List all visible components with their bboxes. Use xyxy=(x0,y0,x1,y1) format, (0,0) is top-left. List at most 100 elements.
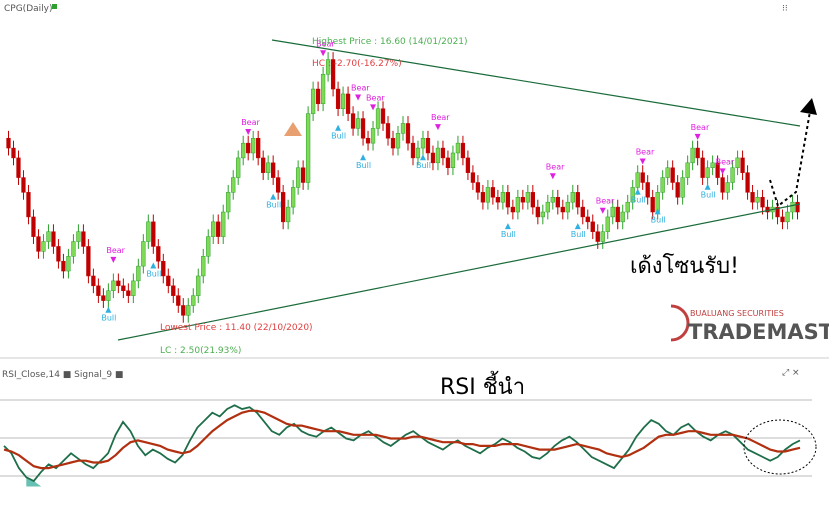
candle-body xyxy=(730,167,735,183)
candle-body xyxy=(535,206,540,218)
candle-body xyxy=(780,216,785,223)
bull-arrow-icon xyxy=(504,223,511,230)
candle-body xyxy=(271,162,276,178)
bull-signal-label: Bull xyxy=(701,191,716,200)
candle-body xyxy=(685,162,690,178)
candle-body xyxy=(51,231,56,247)
bear-signal-label: Bear xyxy=(716,157,735,166)
candle-body xyxy=(61,260,66,272)
bull-arrow-icon xyxy=(419,154,426,161)
candle-body xyxy=(555,197,560,208)
panel-resize-icon[interactable]: ⁝⁝ xyxy=(782,4,788,14)
candle-body xyxy=(181,305,186,316)
candle-body xyxy=(565,201,570,213)
candle-body xyxy=(525,192,530,203)
candle-body xyxy=(310,88,316,114)
candle-body xyxy=(231,177,236,193)
rsi-indicator-label: RSI_Close,14 ■ Signal_9 ■ xyxy=(2,370,123,380)
candle-body xyxy=(216,221,221,237)
candle-body xyxy=(41,241,46,252)
candle-body xyxy=(370,128,376,144)
price-panel: CPG(Daily) ⁝⁝ BearBearBearBearBearBearBe… xyxy=(4,4,829,356)
price-indicator-swatch xyxy=(52,4,57,9)
candle-body xyxy=(261,157,266,173)
candle-body xyxy=(295,167,301,188)
candle-body xyxy=(221,211,226,237)
candle-body xyxy=(615,206,620,223)
candle-body xyxy=(475,182,481,193)
candle-body xyxy=(605,216,610,232)
chart-window: CPG(Daily) ⁝⁝ Bear Bear Bear Bear Bear Bear Be… xyxy=(0,0,829,509)
candle-body xyxy=(430,152,436,164)
candle-body xyxy=(500,192,506,203)
bear-arrow-icon xyxy=(694,133,701,140)
bull-signal-label: Bull xyxy=(651,215,666,224)
candle-body xyxy=(116,280,121,287)
candle-body xyxy=(570,192,575,203)
candle-body xyxy=(440,147,446,159)
candle-body xyxy=(785,211,790,223)
candle-body xyxy=(186,305,191,316)
candle-body xyxy=(236,157,241,178)
candle-body xyxy=(345,93,351,114)
candle-body xyxy=(390,137,396,149)
candle-body xyxy=(550,197,555,203)
candle-body xyxy=(590,221,595,232)
candle-body xyxy=(251,137,256,154)
candle-body xyxy=(56,246,61,262)
candle-body xyxy=(340,93,346,109)
candle-body xyxy=(490,187,496,198)
candle-body xyxy=(735,157,740,168)
candle-body xyxy=(670,167,675,183)
logo-mark-icon xyxy=(670,304,690,342)
candle-body xyxy=(36,236,41,252)
candle-body xyxy=(740,157,745,173)
highest-price-label: Highest Price : 16.60 (14/01/2021) xyxy=(312,37,468,47)
candle-body xyxy=(96,285,101,296)
bull-arrow-icon xyxy=(574,223,581,230)
candle-body xyxy=(31,216,36,237)
projection-arrowhead-icon xyxy=(800,98,817,115)
candle-body xyxy=(156,246,161,262)
bull-signal-label: Bull xyxy=(146,269,161,278)
trademaster-logo: BUALUANG SECURITIES TRADEMASTER xyxy=(670,304,829,344)
rsi-panel-controls-icon[interactable]: ⤢ × xyxy=(781,368,800,378)
bull-arrow-icon xyxy=(105,306,112,313)
candle-body xyxy=(256,137,261,159)
candle-body xyxy=(750,192,755,203)
candle-body xyxy=(635,172,640,188)
candle-body xyxy=(226,192,231,213)
candle-body xyxy=(151,221,156,247)
candle-body xyxy=(6,137,11,149)
candle-body xyxy=(146,221,151,242)
bear-signal-label: Bear xyxy=(546,162,565,171)
candle-body xyxy=(76,231,81,242)
candle-body xyxy=(86,246,91,277)
candle-body xyxy=(201,256,206,277)
candle-body xyxy=(480,192,486,203)
candle-body xyxy=(790,201,795,213)
candle-body xyxy=(520,197,525,203)
bear-arrow-icon xyxy=(549,173,556,180)
candle-body xyxy=(365,137,371,144)
chart-canvas: CPG(Daily) ⁝⁝ BearBearBearBearBearBearBe… xyxy=(0,4,829,487)
candle-body xyxy=(600,231,605,242)
bear-signal-label: Bear xyxy=(431,113,450,122)
bear-arrow-icon xyxy=(320,50,327,57)
candle-body xyxy=(505,192,511,208)
candle-body xyxy=(350,113,356,129)
candle-body xyxy=(126,290,131,296)
bull-arrow-icon xyxy=(634,188,641,195)
price-indicator-label: CPG(Daily) xyxy=(4,4,52,14)
support-annotation: เด้งโซนรับ! xyxy=(630,253,739,279)
rsi-signal-line xyxy=(3,409,801,470)
candle-body xyxy=(465,157,471,173)
candle-body xyxy=(141,241,146,267)
candle-body xyxy=(91,275,96,287)
bull-signal-label: Bull xyxy=(501,230,516,239)
projection-path xyxy=(769,99,813,208)
candle-body xyxy=(375,108,381,129)
bear-arrow-icon xyxy=(719,168,726,175)
candle-body xyxy=(700,157,705,178)
bear-arrow-icon xyxy=(434,124,441,131)
